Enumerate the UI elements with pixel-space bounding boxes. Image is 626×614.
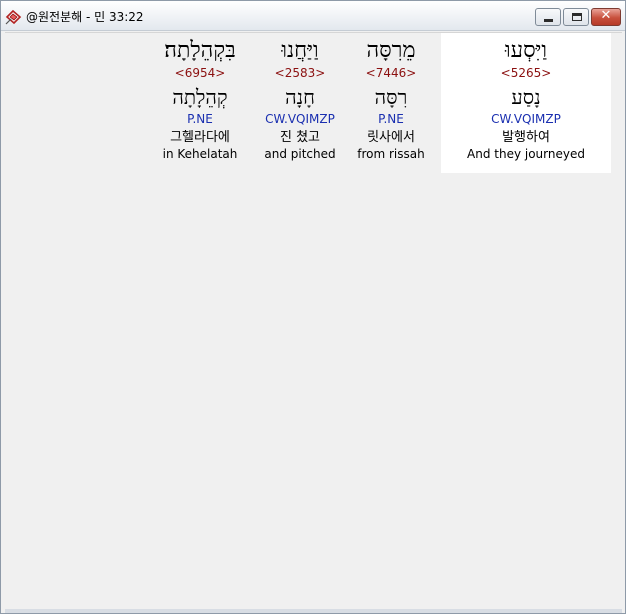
morphology-code[interactable]: CW.VQIMZP [255, 111, 345, 127]
hebrew-lemma[interactable]: חָנָה [255, 84, 345, 110]
word-column[interactable]: וַיִּסְעוּ <5265> נָסַע CW.VQIMZP 발행하여 A… [441, 33, 611, 173]
strong-number[interactable]: <5265> [441, 65, 611, 81]
strong-number[interactable]: <7446> [346, 65, 436, 81]
hebrew-lemma[interactable]: נָסַע [441, 84, 611, 110]
strong-number[interactable]: <2583> [255, 65, 345, 81]
korean-gloss: 그헬라다에 [170, 130, 230, 145]
minimize-icon [544, 19, 553, 22]
word-column[interactable]: בִּקְהֵלָתָה׃ <6954> קְהֵלָתָה P.NE 그헬라다… [146, 33, 254, 173]
hebrew-word-form[interactable]: וַיִּסְעוּ [441, 37, 611, 65]
window-title: @원전분해 - 민 33:22 [26, 10, 144, 24]
english-gloss: And they journeyed [467, 147, 585, 161]
interlinear-view[interactable]: וַיִּסְעוּ <5265> נָסַע CW.VQIMZP 발행하여 A… [5, 32, 622, 609]
korean-gloss: 릿사에서 [367, 130, 415, 145]
close-button[interactable]: ✕ [591, 8, 621, 26]
strong-number[interactable]: <6954> [146, 65, 254, 81]
close-icon: ✕ [600, 8, 612, 23]
window-controls: ✕ [533, 8, 621, 26]
korean-gloss: 진 쳤고 [279, 130, 320, 145]
hebrew-word-form[interactable]: וַיַּחֲנוּ [255, 37, 345, 65]
morphology-code[interactable]: P.NE [346, 111, 436, 127]
bible-book-icon[interactable] [5, 8, 22, 25]
english-gloss: from rissah [357, 147, 425, 161]
title-bar[interactable]: @원전분해 - 민 33:22 ✕ [1, 1, 625, 31]
bottom-border [5, 609, 622, 613]
korean-gloss: 발행하여 [502, 130, 550, 145]
hebrew-lemma[interactable]: קְהֵלָתָה [146, 84, 254, 110]
hebrew-word-form[interactable]: מֵרִסָּה [346, 37, 436, 65]
hebrew-word-form[interactable]: בִּקְהֵלָתָה׃ [146, 37, 254, 65]
word-column[interactable]: מֵרִסָּה <7446> רִסָּה P.NE 릿사에서 from ri… [346, 33, 436, 173]
minimize-button[interactable] [535, 8, 561, 26]
word-column[interactable]: וַיַּחֲנוּ <2583> חָנָה CW.VQIMZP 진 쳤고 a… [255, 33, 345, 173]
english-gloss: in Kehelatah [162, 147, 238, 161]
hebrew-lemma[interactable]: רִסָּה [346, 84, 436, 110]
maximize-button[interactable] [563, 8, 589, 26]
maximize-icon [572, 13, 582, 21]
english-gloss: and pitched [264, 147, 336, 161]
morphology-code[interactable]: P.NE [146, 111, 254, 127]
morphology-code[interactable]: CW.VQIMZP [441, 111, 611, 127]
app-window: @원전분해 - 민 33:22 ✕ וַיִּסְעוּ <5265> נָסַ… [0, 0, 626, 614]
